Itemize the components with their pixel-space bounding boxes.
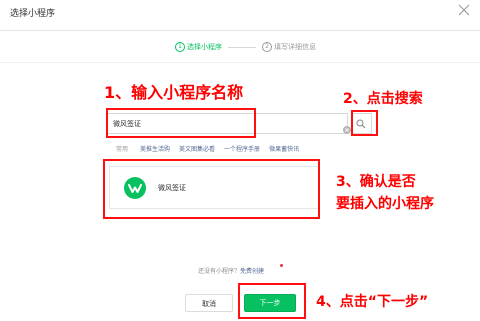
mini-program-name: 微风签证 [158,184,186,192]
select-mini-program-dialog: 选择小程序 1 选择小程序 2 填写详细信息 常用 美推生活购 美文图集必看 一… [0,0,480,321]
clear-icon[interactable] [343,119,351,134]
search-input[interactable] [113,118,333,130]
step-2-number: 2 [262,42,272,52]
mini-program-logo-icon [124,177,146,199]
header-divider [0,30,480,31]
tag-item[interactable]: 美推生活购 [140,144,170,153]
no-mini-program-text: 还没有小程序？ [198,268,241,275]
tag-item[interactable]: 微果蓄快讯 [269,144,299,153]
step-1-number: 1 [175,42,185,52]
step-1-label: 选择小程序 [187,43,222,51]
step-indicator: 1 选择小程序 2 填写详细信息 [175,41,316,53]
next-button[interactable]: 下一步 [244,294,296,312]
free-create-link[interactable]: 免费创建 [240,268,264,275]
tag-item[interactable]: 一个程序手册 [224,144,260,153]
step-1: 1 选择小程序 [175,42,222,52]
step-2-label: 填写详细信息 [274,43,316,51]
no-mini-program-note: 还没有小程序？免费创建 [198,266,264,275]
tags-prefix: 常用 [116,146,129,153]
dialog-title: 选择小程序 [10,9,56,19]
common-tags: 常用 美推生活购 美文图集必看 一个程序手册 微果蓄快讯 [116,144,308,153]
steps-divider [0,62,480,63]
search-field[interactable] [106,113,348,134]
step-connector [228,46,256,48]
notification-dot [280,264,283,267]
step-2: 2 填写详细信息 [262,42,316,52]
annotation-step-1: 1、输入小程序名称 [104,83,244,102]
search-result-card[interactable]: 微风签证 [109,166,319,209]
tag-item[interactable]: 美文图集必看 [179,144,215,153]
annotation-step-4: 4、点击“下一步” [316,294,429,310]
search-button[interactable] [351,113,372,134]
annotation-step-2: 2、点击搜索 [343,91,423,107]
close-icon[interactable] [458,4,470,16]
cancel-button[interactable]: 取消 [185,294,233,312]
annotation-step-3-line1: 3、确认是否 [336,174,416,190]
annotation-step-3-line2: 要插入的小程序 [336,196,434,212]
